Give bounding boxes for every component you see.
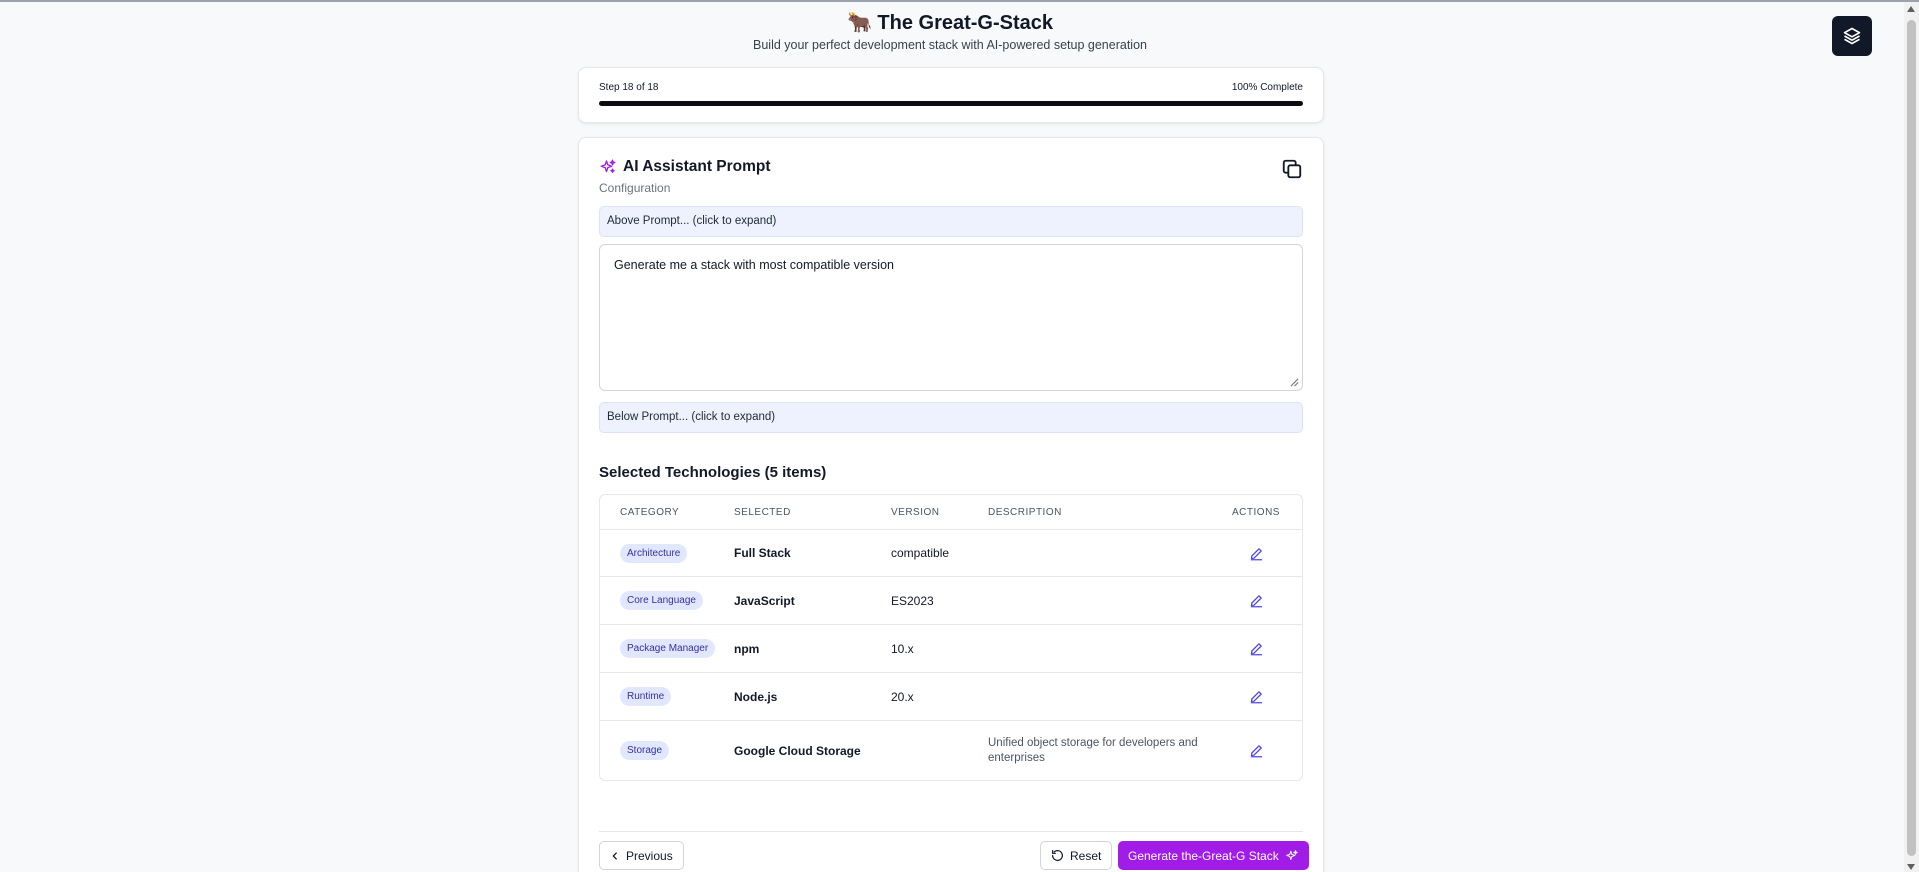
column-header-description: Description (988, 506, 1062, 518)
layers-icon (1843, 27, 1861, 45)
copy-button[interactable] (1281, 158, 1303, 180)
prompt-card-title: AI Assistant Prompt (623, 158, 771, 175)
progress-card: Step 18 of 18 100% Complete (578, 67, 1324, 123)
selected-cell: Full Stack (734, 546, 791, 560)
rotate-ccw-icon (1052, 850, 1063, 861)
edit-icon[interactable] (1249, 593, 1264, 608)
category-badge: Architecture (620, 543, 688, 563)
progress-bar (599, 101, 1303, 106)
progress-fill (599, 101, 1303, 106)
sparkles-icon (600, 159, 616, 173)
previous-label: Previous (626, 848, 673, 863)
table-row: Storage Google Cloud Storage Unified obj… (600, 721, 1302, 780)
column-header-category: Category (620, 506, 680, 518)
description-cell: Unified object storage for developers an… (988, 736, 1198, 764)
layers-button[interactable] (1832, 16, 1872, 56)
selected-cell: Google Cloud Storage (734, 743, 861, 758)
previous-button[interactable]: Previous (599, 841, 684, 870)
below-prompt-toggle[interactable]: Below Prompt... (click to expand) (599, 402, 1303, 433)
table-row: Core Language JavaScript ES2023 (600, 577, 1302, 625)
prompt-text: Generate me a stack with most compatible… (614, 258, 894, 272)
step-label: Step 18 of 18 (599, 82, 659, 93)
category-badge: Package Manager (620, 639, 716, 658)
generate-stack-button[interactable]: Generate the-Great-G Stack (1118, 841, 1309, 870)
category-badge: Runtime (620, 687, 672, 706)
app-header: 🐂 The Great-G-Stack Build your perfect d… (0, 10, 1900, 52)
table-row: Runtime Node.js 20.x (600, 673, 1302, 721)
chevron-left-icon (612, 851, 617, 860)
edit-icon[interactable] (1249, 546, 1264, 561)
table-header: Category Selected Version Description Ac… (600, 495, 1302, 530)
column-header-selected: Selected (734, 506, 791, 518)
edit-icon[interactable] (1249, 689, 1264, 704)
table-row: Package Manager npm 10.x (600, 625, 1302, 673)
edit-icon[interactable] (1249, 743, 1264, 758)
version-cell: 10.x (891, 641, 914, 656)
version-cell: ES2023 (891, 593, 934, 608)
complete-label: 100% Complete (1231, 82, 1303, 93)
generate-label: Generate the-Great-G Stack (1128, 848, 1279, 863)
edit-icon[interactable] (1249, 641, 1264, 656)
prompt-card-subtitle: Configuration (599, 181, 671, 195)
footer-divider (599, 831, 1303, 832)
table-row: Architecture Full Stack compatible (600, 530, 1302, 577)
technologies-title: Selected Technologies (5 items) (599, 464, 827, 481)
vertical-scrollbar[interactable] (1904, 2, 1919, 872)
technologies-table: Category Selected Version Description Ac… (599, 494, 1303, 781)
category-badge: Storage (620, 741, 670, 760)
copy-icon (1282, 159, 1302, 179)
column-header-version: Version (891, 506, 940, 518)
scrollbar-thumb[interactable] (1907, 20, 1916, 856)
column-header-actions: Actions (1232, 506, 1280, 518)
reset-label: Reset (1070, 848, 1102, 863)
reset-button[interactable]: Reset (1040, 841, 1113, 870)
app-subtitle: Build your perfect development stack wit… (753, 38, 1147, 52)
selected-cell: Node.js (734, 689, 778, 704)
resize-handle-icon[interactable] (1290, 378, 1299, 387)
selected-cell: JavaScript (734, 593, 795, 608)
scroll-down-arrow-icon[interactable] (1907, 864, 1915, 870)
prompt-textarea[interactable]: Generate me a stack with most compatible… (599, 244, 1303, 391)
category-badge: Core Language (620, 591, 703, 610)
app-title: 🐂 The Great-G-Stack (846, 12, 1054, 34)
above-prompt-toggle[interactable]: Above Prompt... (click to expand) (599, 206, 1303, 237)
prompt-card: AI Assistant Prompt Configuration Above … (578, 137, 1324, 872)
version-cell: compatible (891, 546, 950, 560)
scroll-up-arrow-icon[interactable] (1907, 6, 1915, 12)
selected-cell: npm (734, 641, 760, 656)
version-cell: 20.x (891, 689, 914, 704)
page: 🐂 The Great-G-Stack Build your perfect d… (0, 0, 1919, 872)
sparkles-icon (1285, 849, 1298, 860)
